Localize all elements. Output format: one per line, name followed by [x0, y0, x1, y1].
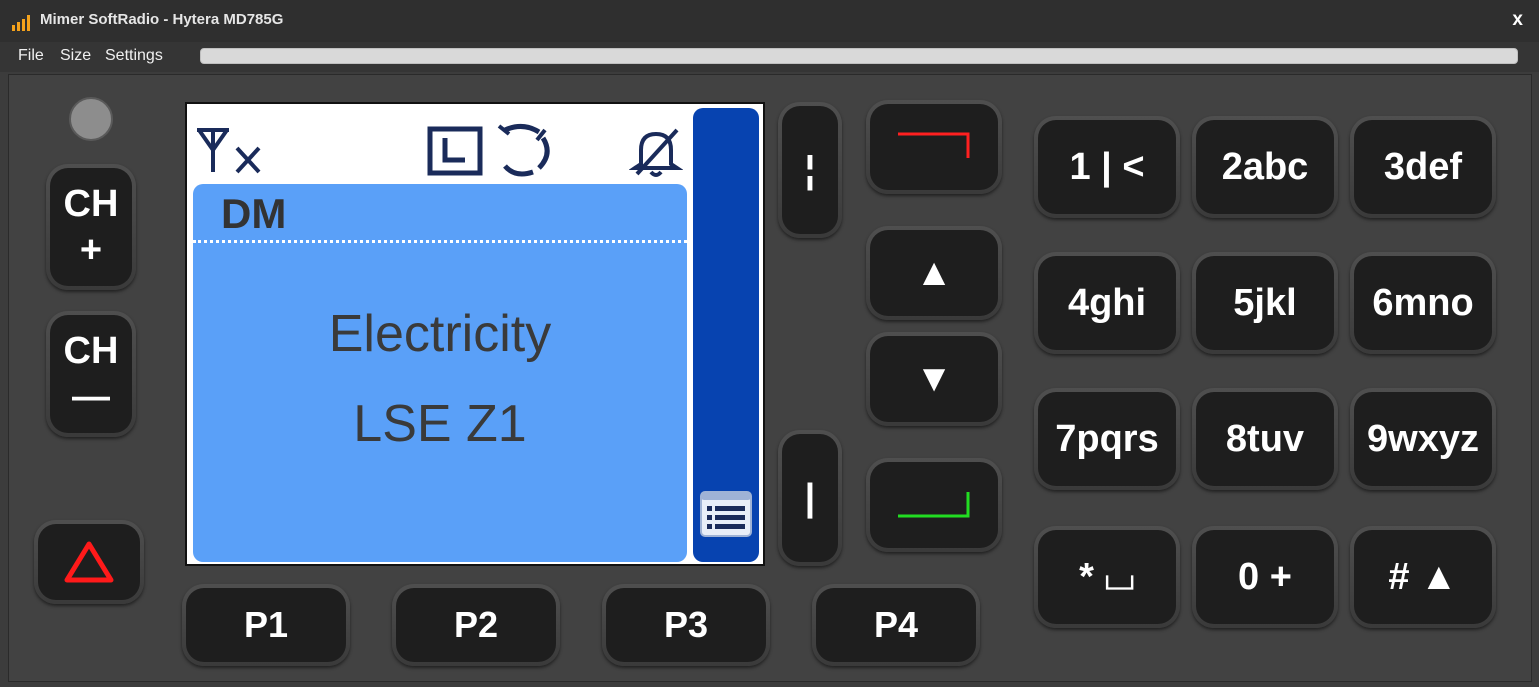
key-5[interactable]: 5jkl [1192, 252, 1338, 354]
display-side-strip [693, 108, 759, 562]
channel-name: LSE Z1 [353, 395, 527, 453]
channel-down-minus: — [72, 376, 110, 418]
p2-button[interactable]: P2 [392, 584, 560, 666]
p1-label: P1 [186, 588, 346, 662]
local-mode-icon [427, 126, 483, 176]
signal-bars-icon [12, 15, 30, 31]
channel-up-plus: + [79, 229, 103, 271]
key-2-label: 2abc [1196, 120, 1334, 214]
channel-down-button[interactable]: CH — [46, 311, 136, 437]
key-star[interactable]: * ⌴ [1034, 526, 1180, 628]
key-3[interactable]: 3def [1350, 116, 1496, 218]
key-4-label: 4ghi [1038, 256, 1176, 350]
down-arrow-icon: ▼ [870, 336, 998, 422]
key-hash-label: # ▲ [1354, 530, 1492, 624]
side-bottom-label: | [782, 434, 838, 562]
p3-button[interactable]: P3 [602, 584, 770, 666]
start-call-button[interactable] [866, 458, 1002, 552]
title-bar: Mimer SoftRadio - Hytera MD785G x [0, 0, 1539, 42]
key-0[interactable]: 0 + [1192, 526, 1338, 628]
scan-icon [497, 124, 550, 177]
channel-down-label: CH [63, 330, 119, 372]
bell-muted-icon [629, 128, 683, 177]
p3-label: P3 [606, 588, 766, 662]
p1-button[interactable]: P1 [182, 584, 350, 666]
menu-settings[interactable]: Settings [105, 47, 163, 65]
key-7[interactable]: 7pqrs [1034, 388, 1180, 490]
key-8-label: 8tuv [1196, 392, 1334, 486]
key-1[interactable]: 1 | < [1034, 116, 1180, 218]
channel-up-label: CH [63, 183, 119, 225]
end-call-icon [898, 132, 970, 158]
radio-display: DM Electricity LSE Z1 [185, 102, 765, 566]
channel-up-button[interactable]: CH + [46, 164, 136, 290]
key-6-label: 6mno [1354, 256, 1492, 350]
display-status-bar [187, 104, 692, 182]
key-1-label: 1 | < [1038, 120, 1176, 214]
p4-button[interactable]: P4 [812, 584, 980, 666]
window-title: Mimer SoftRadio - Hytera MD785G [40, 11, 284, 28]
key-6[interactable]: 6mno [1350, 252, 1496, 354]
up-arrow-icon: ▲ [870, 230, 998, 316]
status-led [69, 97, 113, 141]
menu-file[interactable]: File [18, 47, 44, 65]
progress-bar [200, 48, 1518, 64]
key-7-label: 7pqrs [1038, 392, 1176, 486]
down-arrow-button[interactable]: ▼ [866, 332, 1002, 426]
no-signal-icon [197, 128, 261, 174]
p2-label: P2 [396, 588, 556, 662]
key-2[interactable]: 2abc [1192, 116, 1338, 218]
menu-size[interactable]: Size [60, 47, 91, 65]
menu-list-icon[interactable] [699, 486, 753, 540]
key-9-label: 9wxyz [1354, 392, 1492, 486]
display-main-area: DM Electricity LSE Z1 [193, 184, 687, 562]
key-4[interactable]: 4ghi [1034, 252, 1180, 354]
key-hash[interactable]: # ▲ [1350, 526, 1496, 628]
side-top-button[interactable]: ¦ [778, 102, 842, 238]
key-8[interactable]: 8tuv [1192, 388, 1338, 490]
side-bottom-button[interactable]: | [778, 430, 842, 566]
key-3-label: 3def [1354, 120, 1492, 214]
mode-indicator: DM [221, 190, 287, 237]
display-divider [193, 240, 687, 243]
zone-name: Electricity [328, 305, 552, 363]
emergency-button[interactable] [34, 520, 144, 604]
start-call-icon [898, 492, 970, 518]
end-call-button[interactable] [866, 100, 1002, 194]
side-top-label: ¦ [782, 106, 838, 234]
p4-label: P4 [816, 588, 976, 662]
close-button[interactable]: x [1512, 9, 1523, 31]
key-9[interactable]: 9wxyz [1350, 388, 1496, 490]
key-5-label: 5jkl [1196, 256, 1334, 350]
emergency-triangle-icon [64, 541, 114, 583]
key-star-label: * ⌴ [1038, 530, 1176, 624]
up-arrow-button[interactable]: ▲ [866, 226, 1002, 320]
key-0-label: 0 + [1196, 530, 1334, 624]
